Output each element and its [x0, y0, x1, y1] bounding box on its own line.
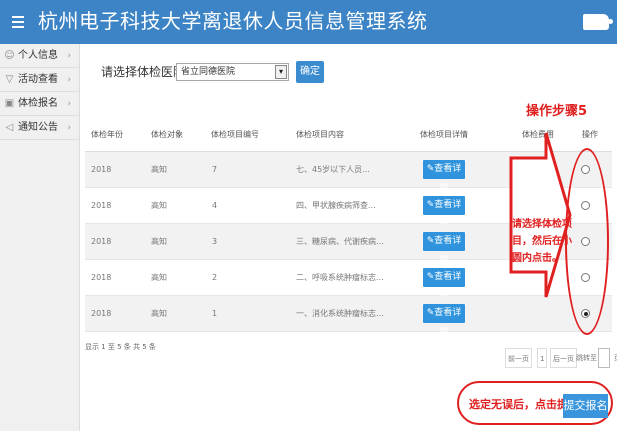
target-cell: 高知 — [151, 273, 167, 282]
sidebar-item-label: 个人信息 — [18, 50, 58, 61]
megaphone-icon: ◁ — [5, 122, 14, 133]
chevron-right-icon: › — [67, 99, 71, 109]
page-number-button[interactable]: 1 — [537, 348, 548, 368]
column-header-detail: 体检项目详情 — [420, 130, 468, 139]
year-cell: 2018 — [91, 237, 112, 246]
app-header: 杭州电子科技大学离退休人员信息管理系统 — [0, 0, 617, 44]
target-cell: 高知 — [151, 309, 167, 318]
flag-icon: ▽ — [5, 74, 14, 85]
target-cell: 高知 — [151, 237, 167, 246]
table-summary: 显示 1 至 5 条 共 5 条 — [85, 343, 156, 351]
item-no-cell: 7 — [212, 165, 218, 174]
page-unit-label: 页 — [612, 348, 617, 368]
view-detail-button[interactable]: ✎查看详情 — [423, 196, 465, 229]
annotation-radio-highlight — [565, 148, 609, 335]
year-cell: 2018 — [91, 309, 112, 318]
item-no-cell: 3 — [212, 237, 218, 246]
column-header-content: 体检项目内容 — [296, 130, 344, 139]
year-cell: 2018 — [91, 201, 112, 210]
sidebar-item-label: 活动查看 — [18, 74, 58, 85]
view-detail-button[interactable]: ✎查看详情 — [423, 268, 465, 301]
sidebar-item-notices[interactable]: ◁ 通知公告 › — [0, 116, 79, 140]
person-icon: ☺ — [4, 50, 15, 61]
column-header-action: 操作 — [582, 130, 598, 139]
view-detail-label: 查看详情 — [434, 308, 462, 337]
sidebar-item-personal-info[interactable]: ☺ 个人信息 › — [0, 44, 79, 68]
year-cell: 2018 — [91, 273, 112, 282]
sidebar-item-checkup[interactable]: ▣ 体检报名 › — [0, 92, 79, 116]
jump-to-label: 跳转至 — [576, 354, 597, 362]
chevron-right-icon: › — [67, 51, 71, 61]
calendar-icon: ▣ — [4, 98, 15, 109]
chevron-right-icon: › — [67, 123, 71, 133]
item-no-cell: 4 — [212, 201, 218, 210]
hospital-select-value: 省立同德医院 — [181, 67, 236, 77]
prev-page-button[interactable]: 前一页 — [505, 348, 532, 368]
target-cell: 高知 — [151, 165, 167, 174]
year-cell: 2018 — [91, 165, 112, 174]
sidebar-item-label: 通知公告 — [18, 122, 58, 133]
column-header-year: 体检年份 — [91, 130, 123, 139]
column-header-target: 体检对象 — [151, 130, 183, 139]
sidebar: ☺ 个人信息 › ▽ 活动查看 › ▣ 体检报名 › ◁ 通知公告 › — [0, 44, 80, 431]
confirm-button[interactable]: 确定 — [296, 61, 324, 83]
chevron-down-icon[interactable]: ▾ — [275, 65, 287, 79]
view-detail-button[interactable]: ✎查看详情 — [423, 232, 465, 265]
content-cell: 三、糖尿病、代谢疾病... — [296, 237, 384, 246]
content-cell: 七、45岁以下人员... — [296, 165, 370, 174]
content-cell: 二、呼吸系统肿瘤标志... — [296, 273, 384, 282]
page: 杭州电子科技大学离退休人员信息管理系统 ☺ 个人信息 › ▽ 活动查看 › ▣ … — [0, 0, 617, 431]
table-row: 2018 高知 1 一、消化系统肿瘤标志... ✎查看详情 — [85, 296, 612, 337]
chevron-right-icon: › — [67, 75, 71, 85]
menu-icon[interactable] — [12, 13, 24, 31]
user-icon[interactable] — [583, 14, 613, 30]
arrow-right-icon — [509, 132, 572, 298]
hospital-select[interactable]: 省立同德医院 ▾ — [176, 63, 289, 81]
submit-registration-button[interactable]: 提交报名 — [563, 394, 608, 418]
sidebar-item-activities[interactable]: ▽ 活动查看 › — [0, 68, 79, 92]
content-cell: 四、甲状腺疾病筛查... — [296, 201, 376, 210]
sidebar-item-label: 体检报名 — [18, 98, 58, 109]
target-cell: 高知 — [151, 201, 167, 210]
annotation-step-title: 操作步骤5 — [526, 104, 588, 119]
column-header-item-no: 体检项目编号 — [211, 130, 259, 139]
content-cell: 一、消化系统肿瘤标志... — [296, 309, 384, 318]
page-jump-input[interactable] — [598, 348, 610, 368]
item-no-cell: 1 — [212, 309, 218, 318]
view-detail-button[interactable]: ✎查看详情 — [423, 160, 465, 193]
app-title: 杭州电子科技大学离退休人员信息管理系统 — [38, 9, 428, 33]
next-page-button[interactable]: 后一页 — [550, 348, 577, 368]
item-no-cell: 2 — [212, 273, 218, 282]
view-detail-button[interactable]: ✎查看详情 — [423, 304, 465, 337]
